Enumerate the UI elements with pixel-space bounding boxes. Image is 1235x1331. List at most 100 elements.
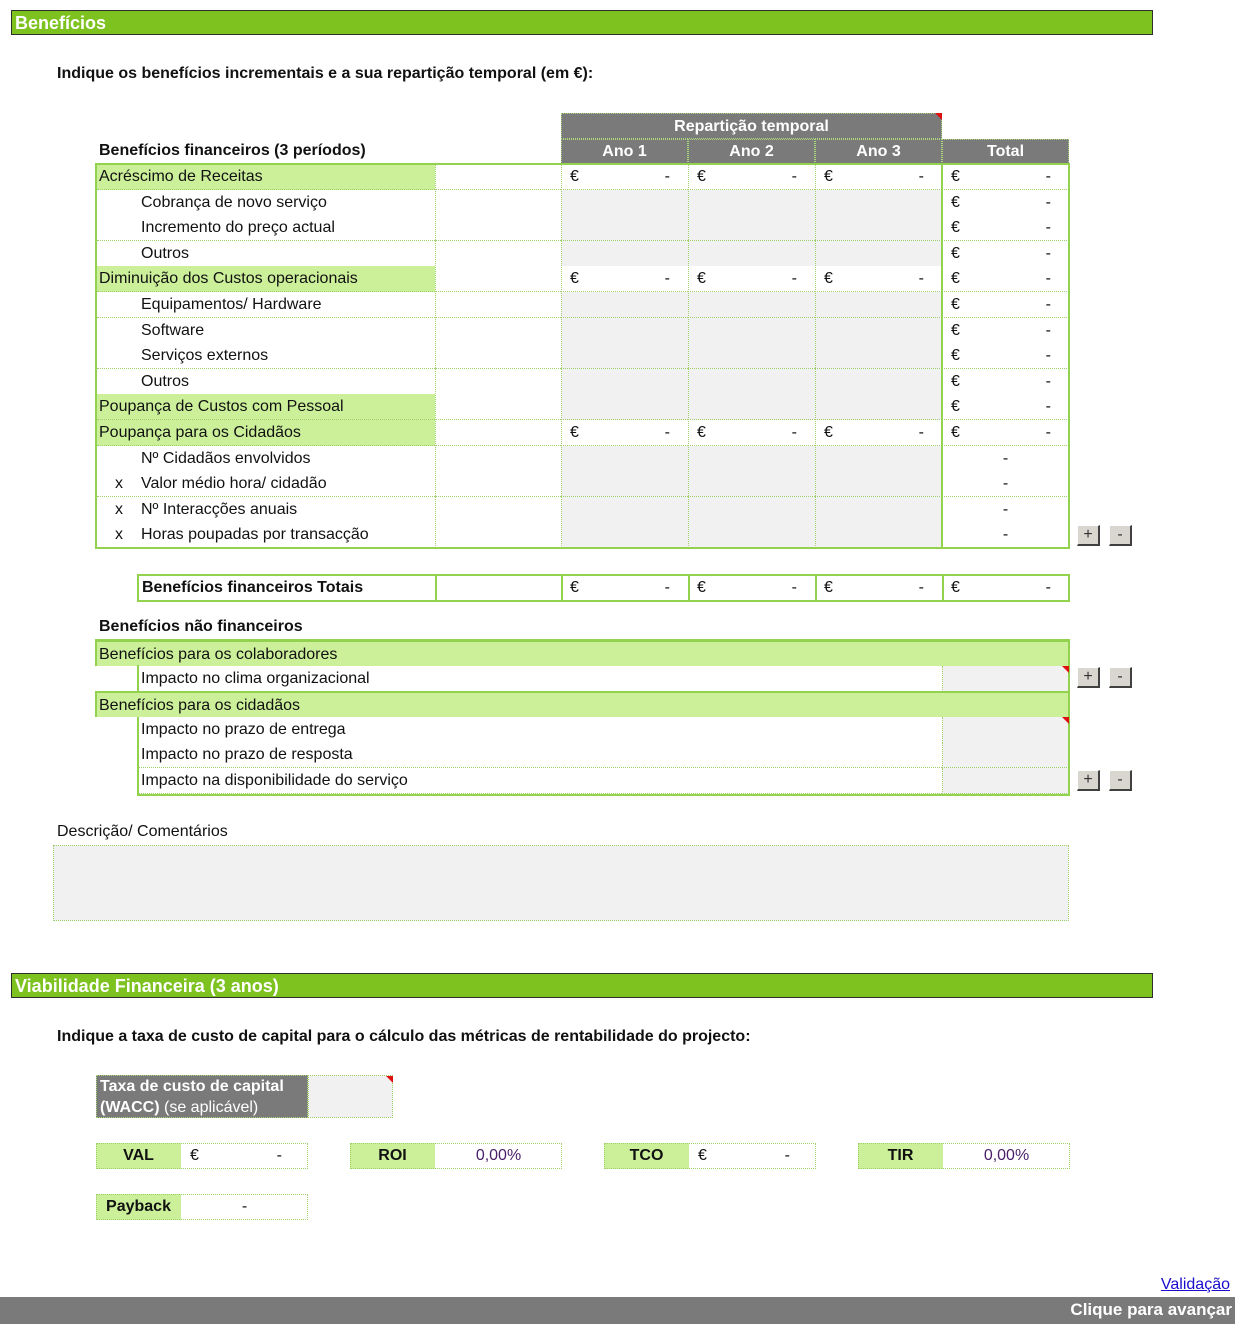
beneficios-instruction: Indique os benefícios incrementais e a s…: [57, 65, 594, 82]
divider: [815, 164, 816, 548]
row-label: Outros: [97, 240, 435, 267]
year-input-cell[interactable]: [561, 343, 688, 370]
year-input-cell[interactable]: [688, 445, 815, 472]
year-input-cell[interactable]: [561, 445, 688, 472]
row-label: Diminuição dos Custos operacionais: [97, 266, 435, 293]
row-label-text: Outros: [141, 244, 190, 262]
year-input-cell[interactable]: [561, 394, 688, 421]
comments-textarea[interactable]: [53, 845, 1069, 921]
remove-row-button[interactable]: -: [1109, 525, 1132, 546]
row-label-text: Diminuição dos Custos operacionais: [99, 270, 358, 288]
year-input-cell[interactable]: [815, 292, 942, 318]
wacc-label-bold: Taxa de custo de capital: [100, 1078, 284, 1095]
cell-value: -: [1045, 372, 1051, 390]
row-label: x Horas poupadas por transacção: [97, 522, 435, 549]
year-input-cell[interactable]: [688, 215, 815, 242]
total-cell: € -: [942, 240, 1069, 267]
totals-spacer: [435, 575, 561, 601]
add-collaborator-benefit-button[interactable]: +: [1077, 667, 1100, 688]
year-input-cell[interactable]: [561, 368, 688, 395]
year-input-cell[interactable]: [561, 240, 688, 267]
currency-symbol: €: [951, 219, 960, 237]
cell-value: -: [664, 424, 670, 441]
year-input-cell[interactable]: [815, 215, 942, 242]
year-input-cell[interactable]: [815, 189, 942, 216]
comment-indicator-icon[interactable]: [1062, 717, 1069, 724]
year-value-cell: € -: [688, 266, 815, 293]
validation-link[interactable]: Validação: [1161, 1276, 1230, 1294]
row-label: Serviços externos: [97, 343, 435, 370]
comment-indicator-icon[interactable]: [1062, 666, 1069, 673]
year-input-cell[interactable]: [561, 215, 688, 242]
row-label-text: Acréscimo de Receitas: [99, 168, 263, 185]
year-input-cell[interactable]: [688, 496, 815, 523]
add-row-button[interactable]: +: [1077, 525, 1100, 546]
year-input-cell[interactable]: [815, 317, 942, 344]
year-input-cell[interactable]: [561, 522, 688, 549]
year-input-cell[interactable]: [561, 471, 688, 498]
cell-value: -: [1045, 296, 1051, 313]
beneficios-section-header: Benefícios: [11, 10, 1153, 35]
row-prefix: x: [115, 475, 123, 493]
row-label-text: Outros: [141, 372, 190, 390]
row-label-text: Incremento do preço actual: [141, 219, 335, 237]
divider: [137, 717, 139, 794]
row-label: Outros: [97, 368, 435, 395]
row-spacer: [435, 394, 561, 421]
year-input-cell[interactable]: [815, 445, 942, 472]
currency-symbol: €: [951, 270, 960, 288]
cell-value: -: [1045, 321, 1051, 339]
row-label: Software: [97, 317, 435, 344]
impact-input[interactable]: [942, 716, 1069, 743]
total-value: -: [791, 579, 797, 596]
wacc-input[interactable]: [308, 1075, 393, 1118]
currency-symbol: €: [824, 168, 833, 185]
comments-label: Descrição/ Comentários: [57, 823, 228, 840]
year-input-cell[interactable]: [688, 317, 815, 344]
row-spacer: [435, 164, 561, 190]
row-label: x Valor médio hora/ cidadão: [97, 471, 435, 498]
next-button[interactable]: Clique para avançar: [0, 1297, 1235, 1324]
total-value: -: [664, 579, 670, 596]
impact-input[interactable]: [942, 665, 1069, 692]
year-input-cell[interactable]: [688, 394, 815, 421]
year-input-cell[interactable]: [815, 343, 942, 370]
remove-citizen-benefit-button[interactable]: -: [1109, 770, 1132, 791]
year-input-cell[interactable]: [561, 189, 688, 216]
currency-symbol: €: [824, 424, 833, 441]
year-input-cell[interactable]: [561, 292, 688, 318]
row-label-text: Software: [141, 321, 205, 339]
divider: [688, 575, 690, 601]
year-input-cell[interactable]: [815, 522, 942, 549]
total-cell: € -: [942, 266, 1069, 293]
year-value-cell: € -: [688, 420, 815, 446]
year-input-cell[interactable]: [815, 368, 942, 395]
divider: [561, 164, 562, 548]
year-input-cell[interactable]: [688, 292, 815, 318]
remove-collaborator-benefit-button[interactable]: -: [1109, 667, 1132, 688]
year-input-cell[interactable]: [561, 496, 688, 523]
divider: [561, 575, 563, 601]
row-spacer: [435, 368, 561, 395]
comment-indicator-icon[interactable]: [386, 1076, 393, 1083]
comment-indicator-icon[interactable]: [935, 113, 942, 120]
year-input-cell[interactable]: [688, 368, 815, 395]
year-input-cell[interactable]: [688, 189, 815, 216]
add-citizen-benefit-button[interactable]: +: [1077, 770, 1100, 791]
year-input-cell[interactable]: [688, 240, 815, 267]
year-input-cell[interactable]: [815, 394, 942, 421]
year-input-cell[interactable]: [688, 522, 815, 549]
row-spacer: [435, 317, 561, 344]
row-spacer: [435, 343, 561, 370]
impact-input[interactable]: [942, 742, 1069, 769]
year-input-cell[interactable]: [815, 240, 942, 267]
financial-table-title: Benefícios financeiros (3 períodos): [99, 142, 366, 159]
totals-label: Benefícios financeiros Totais: [139, 575, 435, 601]
year-input-cell[interactable]: [561, 317, 688, 344]
currency-symbol: €: [570, 579, 579, 596]
year-input-cell[interactable]: [688, 343, 815, 370]
year-input-cell[interactable]: [815, 471, 942, 498]
year-input-cell[interactable]: [815, 496, 942, 523]
impact-input[interactable]: [942, 768, 1069, 794]
year-input-cell[interactable]: [688, 471, 815, 498]
